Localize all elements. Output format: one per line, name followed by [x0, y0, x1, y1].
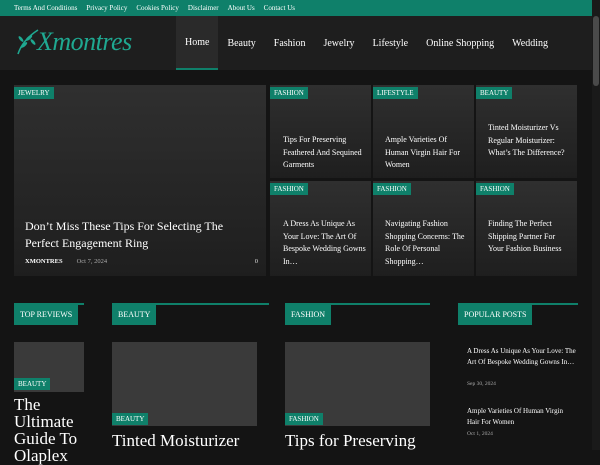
hero-main-post[interactable]: JEWELRY Don’t Miss These Tips For Select… [14, 85, 266, 276]
site-header: Xmontres Home Beauty Fashion Jewelry Lif… [0, 16, 600, 70]
post-title[interactable]: Ample Varieties Of Human Virgin Hair For… [385, 134, 467, 172]
section-label[interactable]: BEAUTY [112, 305, 157, 325]
category-tag[interactable]: BEAUTY [476, 87, 513, 99]
nav-home[interactable]: Home [176, 16, 219, 70]
post-title[interactable]: Finding The Perfect Shipping Partner For… [488, 218, 572, 256]
logo-leaf-icon [15, 27, 41, 57]
nav-lifestyle[interactable]: Lifestyle [364, 16, 418, 70]
section-label[interactable]: FASHION [285, 305, 332, 325]
post-title[interactable]: Tips For Preserving Feathered And Sequin… [283, 134, 363, 172]
section-fashion: FASHION [285, 303, 430, 325]
nav-fashion[interactable]: Fashion [265, 16, 315, 70]
post-author[interactable]: XMONTRES [25, 258, 63, 265]
category-tag[interactable]: FASHION [270, 183, 308, 195]
section-top-reviews: TOP REVIEWS [14, 303, 84, 325]
post-title[interactable]: The Ultimate Guide To Olaplex [14, 396, 94, 464]
category-tag[interactable]: FASHION [285, 413, 323, 425]
top-bar: Terms And Conditions Privacy Policy Cook… [0, 0, 600, 16]
category-tag[interactable]: FASHION [373, 183, 411, 195]
hero-post-card[interactable]: FASHION Navigating Fashion Shopping Conc… [373, 181, 474, 276]
page-scrollbar[interactable] [592, 0, 600, 450]
nav-wedding[interactable]: Wedding [503, 16, 557, 70]
popular-post-title[interactable]: Ample Varieties Of Human Virgin Hair For… [467, 406, 577, 428]
post-title[interactable]: Navigating Fashion Shopping Concerns: Th… [385, 218, 471, 268]
category-tag[interactable]: JEWELRY [14, 87, 54, 99]
post-title[interactable]: A Dress As Unique As Your Love: The Art … [283, 218, 367, 268]
nav-jewelry[interactable]: Jewelry [314, 16, 363, 70]
section-label: TOP REVIEWS [14, 305, 79, 325]
comment-count: 0 [254, 258, 258, 265]
nav-beauty[interactable]: Beauty [218, 16, 264, 70]
about-link[interactable]: About Us [228, 4, 255, 12]
section-popular-posts: POPULAR POSTS [458, 303, 578, 325]
hero-post-card[interactable]: FASHION Tips For Preserving Feathered An… [270, 85, 371, 178]
disclaimer-link[interactable]: Disclaimer [188, 4, 219, 12]
logo-wordmark: Xmontres [37, 27, 132, 56]
category-tag[interactable]: FASHION [476, 183, 514, 195]
hero-post-card[interactable]: FASHION Finding The Perfect Shipping Par… [476, 181, 577, 276]
post-date: Oct 7, 2024 [76, 258, 108, 265]
popular-post-date: Oct 1, 2024 [467, 431, 493, 437]
post-title[interactable]: Tinted Moisturizer Vs Regular Moisturize… [488, 122, 572, 160]
popular-post-title[interactable]: A Dress As Unique As Your Love: The Art … [467, 346, 577, 368]
post-title[interactable]: Tips for Preserving [285, 432, 445, 449]
hero-post-card[interactable]: BEAUTY Tinted Moisturizer Vs Regular Moi… [476, 85, 577, 178]
cookies-link[interactable]: Cookies Policy [136, 4, 179, 12]
terms-link[interactable]: Terms And Conditions [14, 4, 77, 12]
category-tag[interactable]: BEAUTY [14, 378, 51, 390]
category-tag[interactable]: FASHION [270, 87, 308, 99]
popular-post-date: Sep 30, 2024 [467, 381, 496, 387]
post-title[interactable]: Tinted Moisturizer [112, 432, 272, 449]
hero-post-card[interactable]: LIFESTYLE Ample Varieties Of Human Virgi… [373, 85, 474, 178]
category-tag[interactable]: LIFESTYLE [373, 87, 418, 99]
site-logo[interactable]: Xmontres [15, 24, 145, 60]
post-meta: XMONTRES Oct 7, 2024 [25, 258, 107, 265]
hero-post-card[interactable]: FASHION A Dress As Unique As Your Love: … [270, 181, 371, 276]
section-beauty: BEAUTY [112, 303, 269, 325]
nav-online-shopping[interactable]: Online Shopping [417, 16, 503, 70]
scrollbar-thumb[interactable] [593, 16, 599, 86]
section-label: POPULAR POSTS [458, 305, 533, 325]
privacy-link[interactable]: Privacy Policy [86, 4, 127, 12]
category-tag[interactable]: BEAUTY [112, 413, 149, 425]
post-title[interactable]: Don’t Miss These Tips For Selecting The … [25, 218, 255, 252]
main-nav: Home Beauty Fashion Jewelry Lifestyle On… [176, 16, 557, 70]
contact-link[interactable]: Contact Us [264, 4, 295, 12]
